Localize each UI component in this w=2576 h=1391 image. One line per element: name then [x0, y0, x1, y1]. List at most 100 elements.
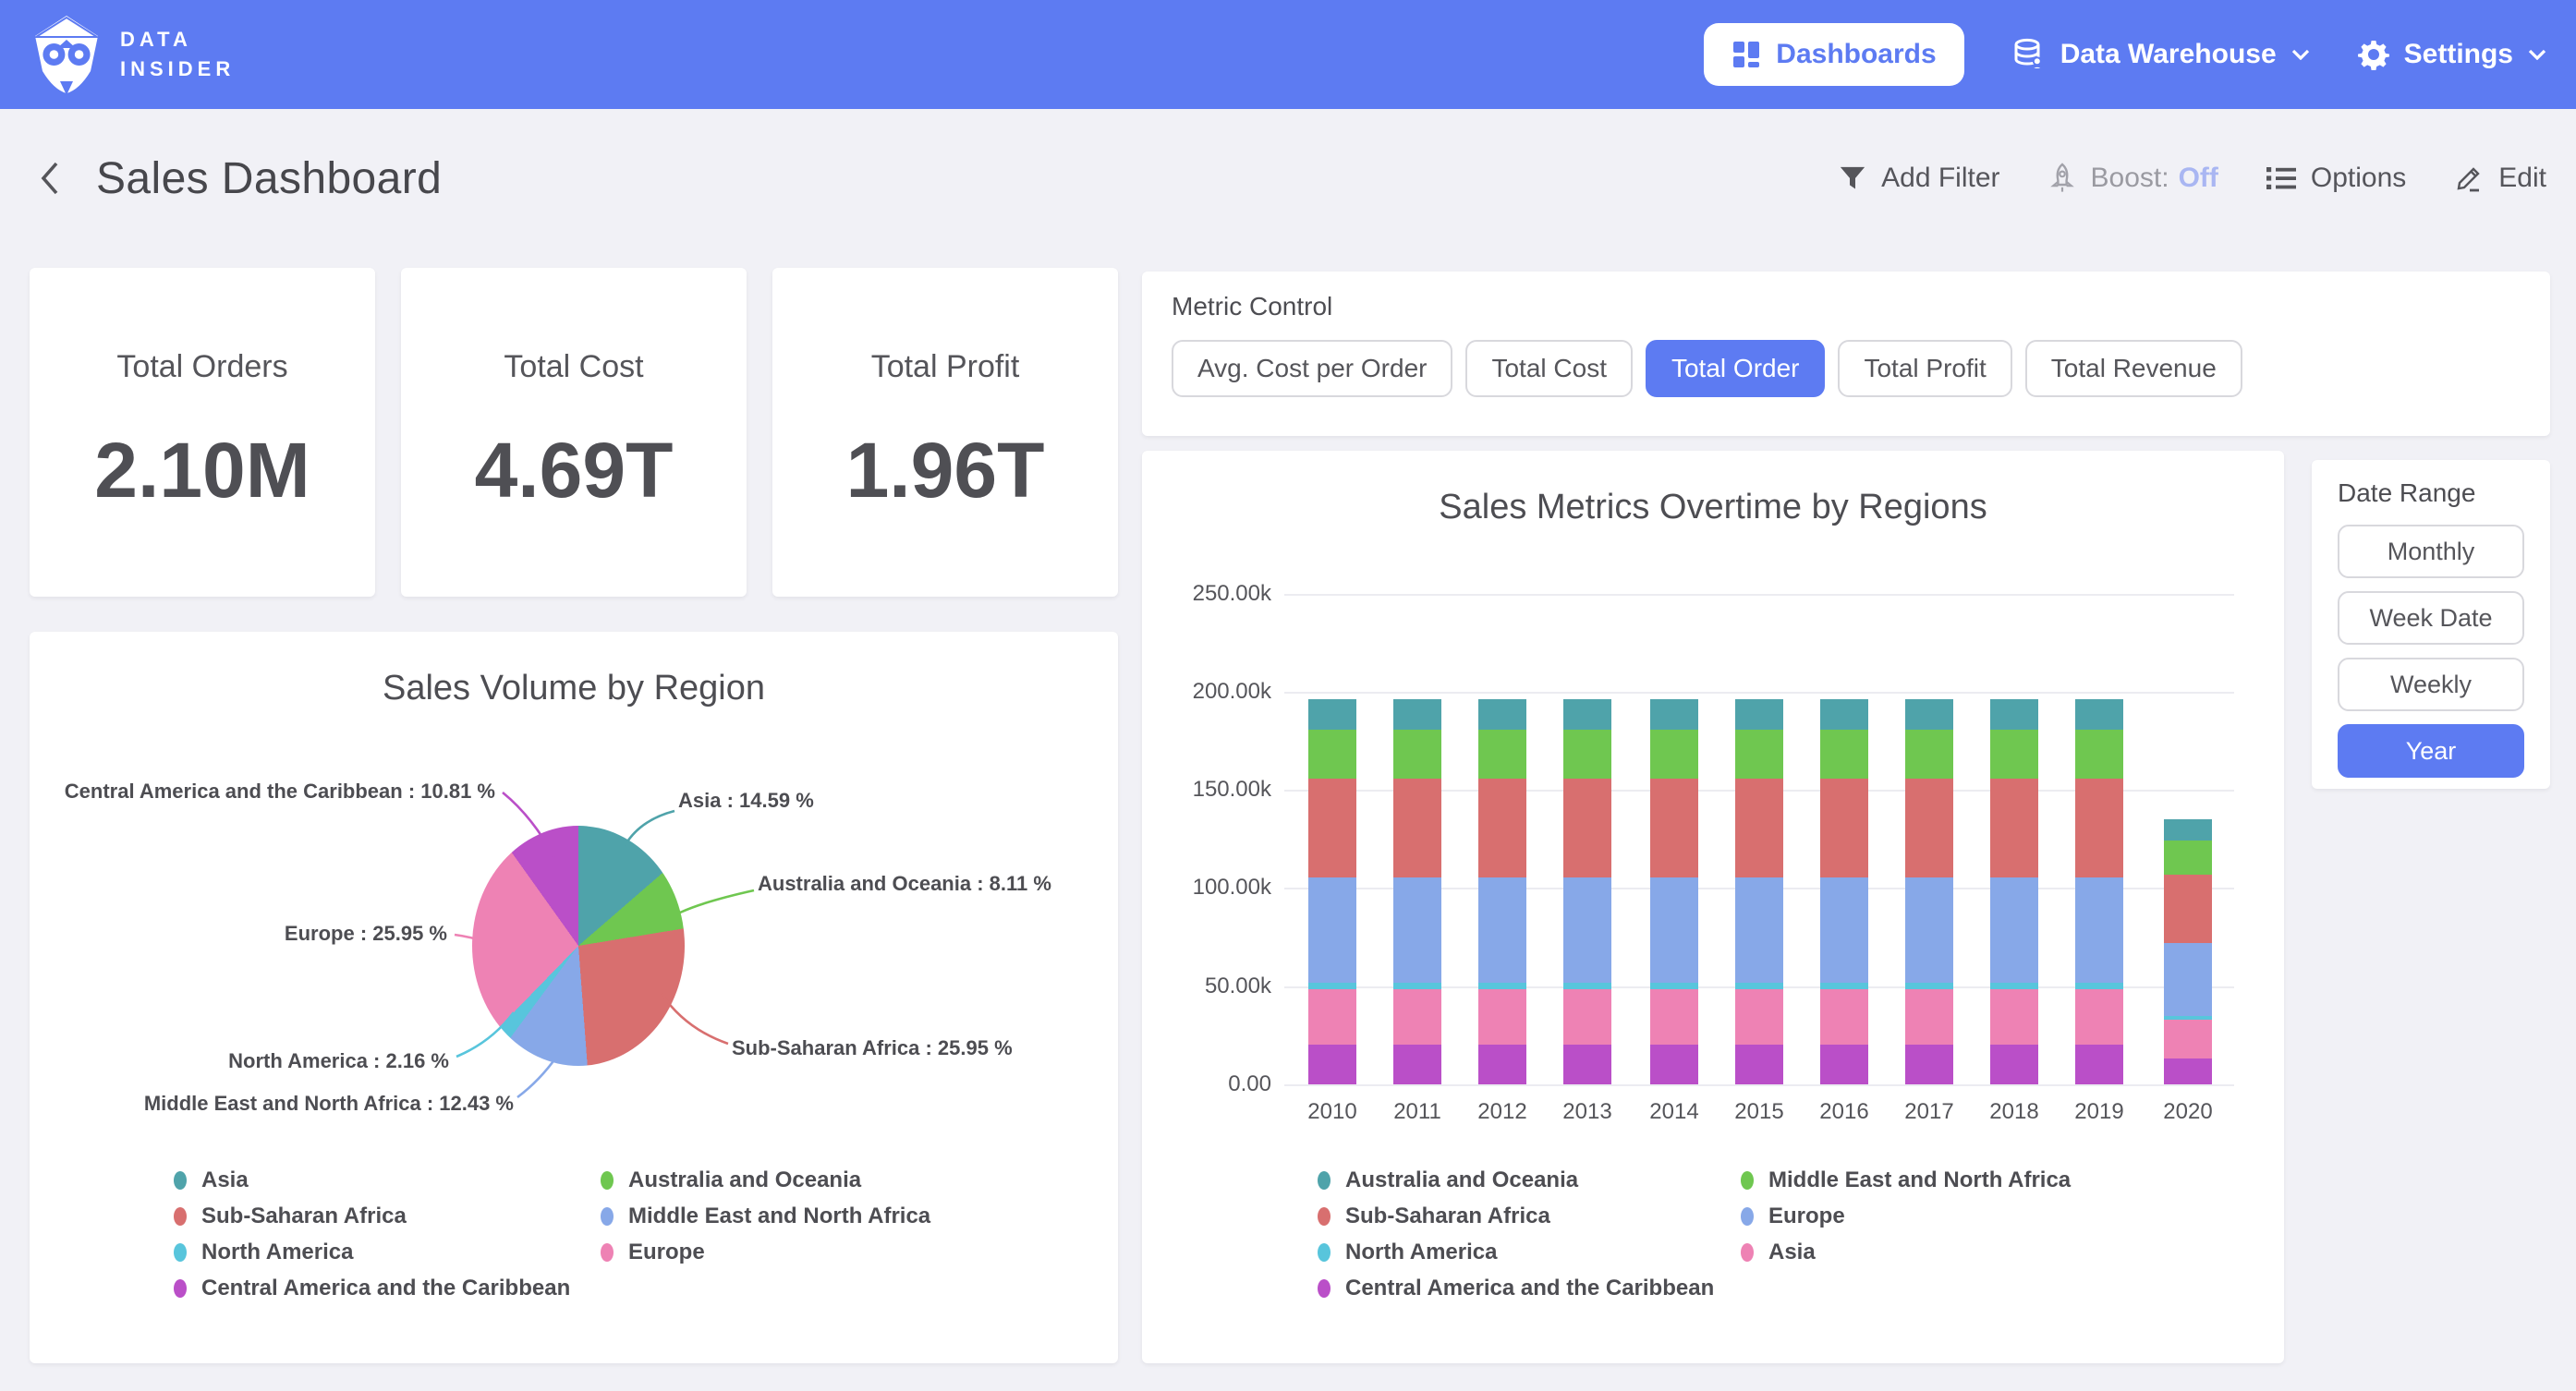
metric-option-total-revenue[interactable]: Total Revenue — [2025, 340, 2242, 397]
nav-item-label: Data Warehouse — [2060, 39, 2277, 70]
bar-segment-2014-europe — [1650, 877, 1698, 983]
legend-label: Asia — [1768, 1240, 1816, 1265]
legend-item-australia-and-oceania[interactable]: Australia and Oceania — [601, 1167, 861, 1193]
bar-segment-2015-central-america-and-the-caribbean — [1735, 1045, 1783, 1084]
bar-segment-2010-middle-east-and-north-africa — [1308, 730, 1356, 779]
bar-segment-2019-australia-and-oceania — [2075, 699, 2123, 731]
legend-item-middle-east-and-north-africa[interactable]: Middle East and North Africa — [601, 1204, 930, 1229]
legend-item-asia[interactable]: Asia — [174, 1167, 249, 1193]
bar-segment-2018-north-america — [1990, 983, 2038, 989]
rocket-icon — [2048, 163, 2076, 194]
legend-item-north-america[interactable]: North America — [174, 1240, 353, 1265]
bar-segment-2012-central-america-and-the-caribbean — [1478, 1045, 1526, 1084]
date-range-option-monthly[interactable]: Monthly — [2338, 525, 2524, 578]
navbar-menu: Dashboards Data Warehouse — [1704, 23, 2546, 86]
edit-button[interactable]: Edit — [2454, 163, 2546, 194]
date-range-option-weekly[interactable]: Weekly — [2338, 658, 2524, 711]
bar-2017[interactable] — [1905, 699, 1953, 1084]
options-button[interactable]: Options — [2266, 163, 2406, 194]
x-axis-tick-2014: 2014 — [1632, 1099, 1717, 1125]
x-axis-tick-2013: 2013 — [1545, 1099, 1630, 1125]
y-axis-tick: 50.00k — [1157, 974, 1271, 999]
legend-item-north-america[interactable]: North America — [1318, 1240, 1497, 1265]
legend-label: Central America and the Caribbean — [201, 1276, 570, 1301]
bar-segment-2015-asia — [1735, 989, 1783, 1045]
legend-item-sub-saharan-africa[interactable]: Sub-Saharan Africa — [1318, 1204, 1550, 1229]
gridline — [1284, 594, 2234, 596]
bar-chart-area: 250.00k200.00k150.00k100.00k50.00k0.0020… — [1142, 451, 2284, 1363]
brand[interactable]: DATA INSIDER — [30, 12, 235, 97]
kpi-value: 4.69T — [475, 426, 674, 515]
navbar: DATA INSIDER Dashboards — [0, 0, 2576, 109]
pie-ellipse[interactable] — [472, 826, 685, 1066]
legend-item-middle-east-and-north-africa[interactable]: Middle East and North Africa — [1741, 1167, 2071, 1193]
bar-2020[interactable] — [2164, 819, 2212, 1084]
x-axis-tick-2011: 2011 — [1375, 1099, 1460, 1125]
legend-label: Europe — [628, 1240, 705, 1265]
legend-item-europe[interactable]: Europe — [601, 1240, 705, 1265]
bar-segment-2019-middle-east-and-north-africa — [2075, 730, 2123, 779]
kpi-card-total-cost: Total Cost 4.69T — [401, 268, 747, 597]
legend-label: Sub-Saharan Africa — [201, 1204, 407, 1229]
bar-2019[interactable] — [2075, 699, 2123, 1084]
nav-item-dashboards[interactable]: Dashboards — [1704, 23, 1963, 86]
bar-2014[interactable] — [1650, 699, 1698, 1084]
bar-segment-2013-north-america — [1563, 983, 1611, 989]
legend-item-europe[interactable]: Europe — [1741, 1204, 1845, 1229]
bar-2016[interactable] — [1820, 699, 1868, 1084]
add-filter-button[interactable]: Add Filter — [1839, 163, 1999, 194]
x-axis-tick-2019: 2019 — [2057, 1099, 2142, 1125]
legend-item-sub-saharan-africa[interactable]: Sub-Saharan Africa — [174, 1204, 407, 1229]
pie-callout-label-sub-saharan-africa: Sub-Saharan Africa : 25.95 % — [732, 1036, 1013, 1060]
bar-chart-card: Sales Metrics Overtime by Regions 250.00… — [1142, 451, 2284, 1363]
metric-option-total-order[interactable]: Total Order — [1646, 340, 1826, 397]
bar-segment-2019-europe — [2075, 877, 2123, 983]
bar-segment-2020-middle-east-and-north-africa — [2164, 841, 2212, 875]
metric-option-avg-cost-per-order[interactable]: Avg. Cost per Order — [1172, 340, 1452, 397]
legend-label: Middle East and North Africa — [1768, 1167, 2071, 1193]
bar-segment-2014-middle-east-and-north-africa — [1650, 730, 1698, 779]
y-axis-tick: 200.00k — [1157, 679, 1271, 705]
boost-state: Off — [2179, 163, 2218, 194]
pie-callout-label-europe: Europe : 25.95 % — [285, 922, 447, 946]
bar-segment-2018-central-america-and-the-caribbean — [1990, 1045, 2038, 1084]
bar-segment-2013-australia-and-oceania — [1563, 699, 1611, 731]
metric-option-total-profit[interactable]: Total Profit — [1838, 340, 2011, 397]
back-button[interactable] — [30, 158, 70, 199]
pie-callout-label-middle-east-and-north-africa: Middle East and North Africa : 12.43 % — [144, 1092, 514, 1116]
pie-callout-label-asia: Asia : 14.59 % — [678, 789, 814, 813]
bar-segment-2013-sub-saharan-africa — [1563, 779, 1611, 877]
bar-segment-2015-europe — [1735, 877, 1783, 983]
bar-2012[interactable] — [1478, 699, 1526, 1084]
bar-segment-2012-australia-and-oceania — [1478, 699, 1526, 731]
bar-segment-2016-europe — [1820, 877, 1868, 983]
bar-2010[interactable] — [1308, 699, 1356, 1084]
legend-item-central-america-and-the-caribbean[interactable]: Central America and the Caribbean — [1318, 1276, 1714, 1301]
bar-segment-2013-asia — [1563, 989, 1611, 1045]
date-range-option-year[interactable]: Year — [2338, 724, 2524, 778]
bar-segment-2015-australia-and-oceania — [1735, 699, 1783, 731]
pie-callout-label-central-america-and-the-caribbean: Central America and the Caribbean : 10.8… — [65, 780, 495, 804]
bar-2013[interactable] — [1563, 699, 1611, 1084]
date-range-option-week-date[interactable]: Week Date — [2338, 591, 2524, 645]
gridline — [1284, 1084, 2234, 1086]
boost-toggle[interactable]: Boost: Off — [2048, 163, 2218, 194]
legend-label: Australia and Oceania — [628, 1167, 861, 1193]
bar-segment-2016-north-america — [1820, 983, 1868, 989]
legend-item-asia[interactable]: Asia — [1741, 1240, 1816, 1265]
nav-item-data-warehouse[interactable]: Data Warehouse — [2012, 38, 2310, 71]
bar-segment-2016-sub-saharan-africa — [1820, 779, 1868, 877]
bar-2015[interactable] — [1735, 699, 1783, 1084]
bar-2011[interactable] — [1393, 699, 1441, 1084]
metric-option-total-cost[interactable]: Total Cost — [1465, 340, 1633, 397]
bar-segment-2011-europe — [1393, 877, 1441, 983]
bar-segment-2020-europe — [2164, 943, 2212, 1016]
bar-segment-2014-sub-saharan-africa — [1650, 779, 1698, 877]
nav-item-settings[interactable]: Settings — [2358, 39, 2546, 70]
bar-2018[interactable] — [1990, 699, 2038, 1084]
metric-control-card: Metric Control Avg. Cost per OrderTotal … — [1142, 272, 2550, 436]
legend-item-central-america-and-the-caribbean[interactable]: Central America and the Caribbean — [174, 1276, 570, 1301]
metric-options: Avg. Cost per OrderTotal CostTotal Order… — [1172, 340, 2521, 397]
legend-item-australia-and-oceania[interactable]: Australia and Oceania — [1318, 1167, 1578, 1193]
legend-dot — [174, 1279, 187, 1298]
